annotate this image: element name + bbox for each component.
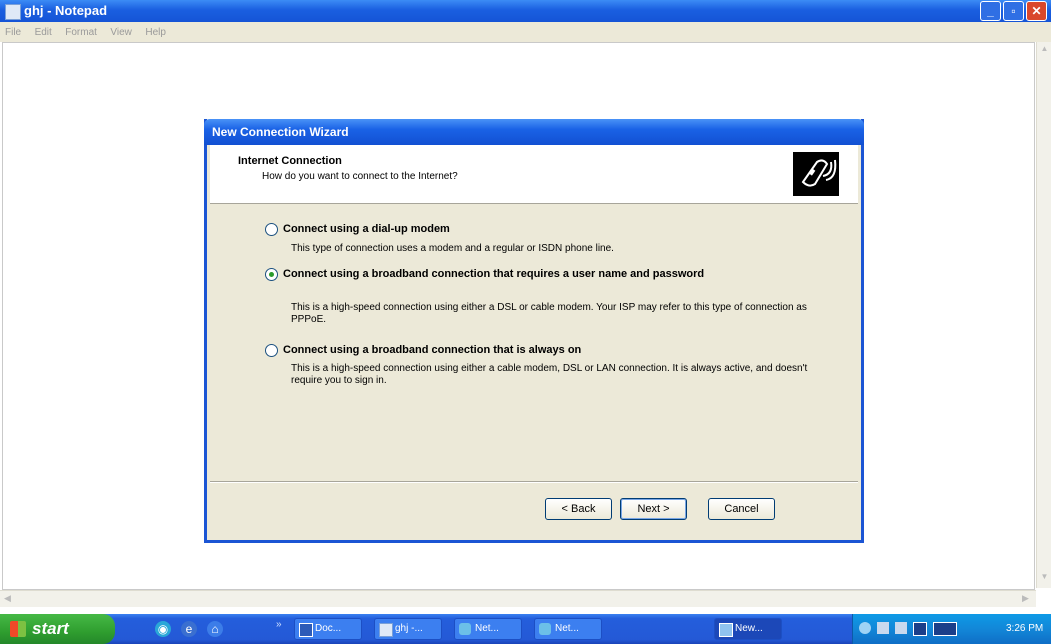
windows-logo-icon — [10, 621, 26, 637]
maximize-button[interactable]: ▫ — [1003, 1, 1024, 21]
task-label: Net... — [475, 623, 499, 634]
scroll-right-icon[interactable]: ▶ — [1022, 593, 1029, 604]
broadband-pppoe-radio[interactable] — [265, 268, 278, 281]
horizontal-scrollbar[interactable]: ◀ ▶ — [0, 590, 1036, 607]
window-title: ghj - Notepad — [24, 3, 108, 18]
wizard-step-title: Internet Connection — [238, 155, 342, 167]
network-icon — [459, 623, 471, 635]
menu-file[interactable]: File — [0, 23, 25, 38]
next-button[interactable]: Next > — [620, 498, 687, 520]
dialup-description: This type of connection uses a modem and… — [291, 243, 614, 254]
taskbar: start ◉ e ⌂ » Doc... ghj -... Net... Net… — [0, 614, 1051, 644]
minimize-button[interactable]: _ — [980, 1, 1001, 21]
broadband-pppoe-description: This is a high-speed connection using ei… — [291, 302, 807, 325]
monitor-tray-icon[interactable] — [913, 622, 927, 636]
tray-expand-icon[interactable] — [859, 622, 871, 634]
scroll-up-icon[interactable]: ▲ — [1039, 44, 1050, 56]
close-button[interactable]: ✕ — [1026, 1, 1047, 21]
menu-edit[interactable]: Edit — [30, 23, 56, 38]
language-tray-icon[interactable] — [933, 622, 957, 636]
taskbar-item-network-2[interactable]: Net... — [534, 618, 602, 640]
system-tray: 3:26 PM — [852, 614, 1051, 644]
taskbar-item-new-connection[interactable]: New... — [714, 618, 782, 640]
cancel-button[interactable]: Cancel — [708, 498, 775, 520]
clock[interactable]: 3:26 PM — [1006, 623, 1043, 634]
broadband-always-on-radio[interactable] — [265, 344, 278, 357]
notepad-icon — [5, 4, 21, 20]
back-button[interactable]: < Back — [545, 498, 612, 520]
show-desktop-icon[interactable]: ⌂ — [207, 621, 223, 637]
menu-format[interactable]: Format — [60, 23, 101, 38]
scroll-down-icon[interactable]: ▼ — [1039, 572, 1050, 584]
task-label: Doc... — [315, 623, 342, 634]
notepad-title-bar[interactable]: ghj - Notepad _ ▫ ✕ — [0, 0, 1051, 22]
wizard-separator — [210, 481, 858, 483]
menu-help[interactable]: Help — [140, 23, 170, 38]
new-connection-wizard-dialog: New Connection Wizard Internet Connectio… — [204, 119, 864, 543]
wizard-title-bar[interactable]: New Connection Wizard — [204, 119, 864, 145]
radio-selected-dot — [269, 272, 274, 277]
word-doc-icon — [299, 623, 313, 637]
wizard-header: Internet Connection How do you want to c… — [210, 145, 858, 204]
vertical-scrollbar[interactable]: ▲ ▼ — [1036, 42, 1051, 588]
start-button[interactable]: start — [0, 614, 115, 644]
network-connection-icon — [793, 152, 839, 196]
start-label: start — [32, 619, 69, 638]
taskbar-item-doc[interactable]: Doc... — [294, 618, 362, 640]
broadband-pppoe-label[interactable]: Connect using a broadband connection tha… — [283, 268, 823, 281]
menu-view[interactable]: View — [105, 23, 136, 38]
internet-explorer-icon[interactable]: e — [181, 621, 197, 637]
task-label: New... — [735, 623, 763, 634]
dialup-label[interactable]: Connect using a dial-up modem — [283, 223, 823, 236]
task-label: Net... — [555, 623, 579, 634]
network-tray-icon[interactable] — [895, 622, 907, 634]
wizard-icon — [719, 623, 733, 637]
wizard-title: New Connection Wizard — [212, 125, 349, 139]
notepad-icon — [379, 623, 393, 637]
quicklaunch-chevron-icon[interactable]: » — [276, 619, 282, 630]
dialup-radio[interactable] — [265, 223, 278, 236]
taskbar-item-notepad[interactable]: ghj -... — [374, 618, 442, 640]
scroll-left-icon[interactable]: ◀ — [4, 593, 11, 604]
task-label: ghj -... — [395, 623, 423, 634]
network-tray-icon[interactable] — [877, 622, 889, 634]
network-quicklaunch-icon[interactable]: ◉ — [155, 621, 171, 637]
network-icon — [539, 623, 551, 635]
broadband-always-on-description: This is a high-speed connection using ei… — [291, 363, 808, 386]
menu-bar: File Edit Format View Help — [0, 22, 1051, 42]
taskbar-item-network-1[interactable]: Net... — [454, 618, 522, 640]
wizard-step-subtitle: How do you want to connect to the Intern… — [262, 171, 458, 182]
broadband-always-on-label[interactable]: Connect using a broadband connection tha… — [283, 344, 823, 357]
